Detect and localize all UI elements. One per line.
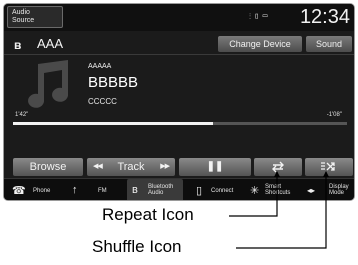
next-track-icon[interactable]: ▶▶ <box>160 158 170 176</box>
source-smart-shortcuts[interactable]: ✳ Smart Shortcuts <box>248 179 300 200</box>
pause-button[interactable]: ❚❚ <box>179 158 251 176</box>
shuffle-icon-callout: Shuffle Icon <box>92 237 182 256</box>
shuffle-button[interactable] <box>305 158 353 176</box>
separator <box>4 54 354 55</box>
phone-icon: ☎ <box>12 185 26 197</box>
connect-icon: ▯ <box>196 185 203 197</box>
status-bar: Audio Source ⫶ ▯ ▭ 12:34 <box>4 4 354 31</box>
repeat-button[interactable] <box>254 158 302 176</box>
sound-button[interactable]: Sound <box>306 36 352 52</box>
manual-figure: Audio Source ⫶ ▯ ▭ 12:34 ʙ AAA Change De… <box>0 0 358 265</box>
source-connect-label: Connect <box>211 188 234 194</box>
change-device-button[interactable]: Change Device <box>218 36 302 52</box>
elapsed-time: 1'42" <box>15 112 29 118</box>
device-name: AAA <box>37 36 64 51</box>
track-skip-button[interactable]: ◀◀ Track ▶▶ <box>87 158 175 176</box>
remaining-time: -1'08" <box>326 112 342 118</box>
repeat-icon-callout: Repeat Icon <box>102 205 194 224</box>
source-bar: ☎ Phone ↑ FM ʙ Bluetooth Audio ▯ Connect… <box>4 178 354 200</box>
track-label: Track <box>117 161 145 173</box>
source-fm[interactable]: ↑ FM <box>66 179 114 200</box>
repeat-icon <box>272 161 284 173</box>
source-display-mode[interactable]: ◂▸ Display Mode <box>305 179 354 200</box>
audio-source-label-line1: Audio <box>12 9 30 16</box>
shuffle-icon <box>321 162 335 171</box>
music-note-icon <box>28 60 69 108</box>
audio-source-label-line2: Source <box>12 17 35 24</box>
source-smart-shortcuts-label: Smart Shortcuts <box>265 184 290 196</box>
album-name: AAAAA <box>88 63 112 70</box>
source-connect[interactable]: ▯ Connect <box>193 179 245 200</box>
bluetooth-audio-icon: ʙ <box>132 184 138 196</box>
progress-bar[interactable] <box>13 122 347 125</box>
artist-name: CCCCC <box>88 97 117 106</box>
display-mode-icon: ◂▸ <box>307 186 316 195</box>
bluetooth-icon: ʙ <box>14 38 22 52</box>
display-mode-label-line2: Mode <box>329 190 345 196</box>
fm-icon: ↑ <box>72 184 78 196</box>
bluetooth-audio-label-line2: Audio <box>148 190 164 196</box>
audio-source-button[interactable]: Audio Source <box>7 6 63 28</box>
smart-shortcuts-icon: ✳ <box>250 185 260 197</box>
previous-track-icon[interactable]: ◀◀ <box>93 158 103 176</box>
source-fm-label: FM <box>98 188 107 194</box>
source-bluetooth-audio[interactable]: ʙ Bluetooth Audio <box>127 179 183 200</box>
source-bluetooth-audio-label: Bluetooth Audio <box>148 184 173 196</box>
clock: 12:34 <box>299 6 350 28</box>
browse-button[interactable]: Browse <box>13 158 83 176</box>
smart-shortcuts-label-line2: Shortcuts <box>265 190 291 196</box>
signal-status-icons: ⫶ ▯ ▭ <box>249 12 269 21</box>
source-phone[interactable]: ☎ Phone <box>8 179 54 200</box>
audio-screen: Audio Source ⫶ ▯ ▭ 12:34 ʙ AAA Change De… <box>3 3 355 201</box>
track-title: BBBBB <box>88 74 139 91</box>
source-display-mode-label: Display Mode <box>329 184 349 196</box>
progress-fill <box>13 122 214 125</box>
source-phone-label: Phone <box>33 188 51 194</box>
